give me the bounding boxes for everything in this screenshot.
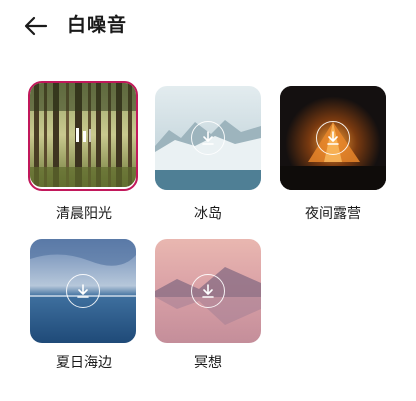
sound-tile-night-camping[interactable]	[280, 86, 386, 190]
download-button[interactable]	[191, 274, 225, 308]
download-button[interactable]	[316, 121, 350, 155]
sound-label: 夏日海边	[56, 355, 112, 371]
sound-tile-summer-beach[interactable]	[30, 239, 136, 343]
top-bar: 白噪音	[0, 0, 416, 52]
download-icon	[327, 131, 339, 145]
page-title: 白噪音	[67, 14, 128, 36]
sound-tile-meditation[interactable]	[155, 239, 261, 343]
sound-tile-morning-sunlight[interactable]	[30, 83, 136, 187]
sound-tile-iceland[interactable]	[155, 86, 261, 190]
download-button[interactable]	[66, 274, 100, 308]
download-icon	[202, 131, 214, 145]
pause-icon[interactable]	[72, 126, 94, 144]
download-icon	[202, 284, 214, 298]
sound-label: 清晨阳光	[56, 206, 112, 222]
sound-label: 夜间露营	[305, 206, 361, 222]
download-button[interactable]	[191, 121, 225, 155]
download-icon	[77, 284, 89, 298]
sound-label: 冰岛	[194, 206, 222, 222]
arrow-left-icon[interactable]	[22, 12, 50, 40]
sound-label: 冥想	[194, 355, 222, 371]
